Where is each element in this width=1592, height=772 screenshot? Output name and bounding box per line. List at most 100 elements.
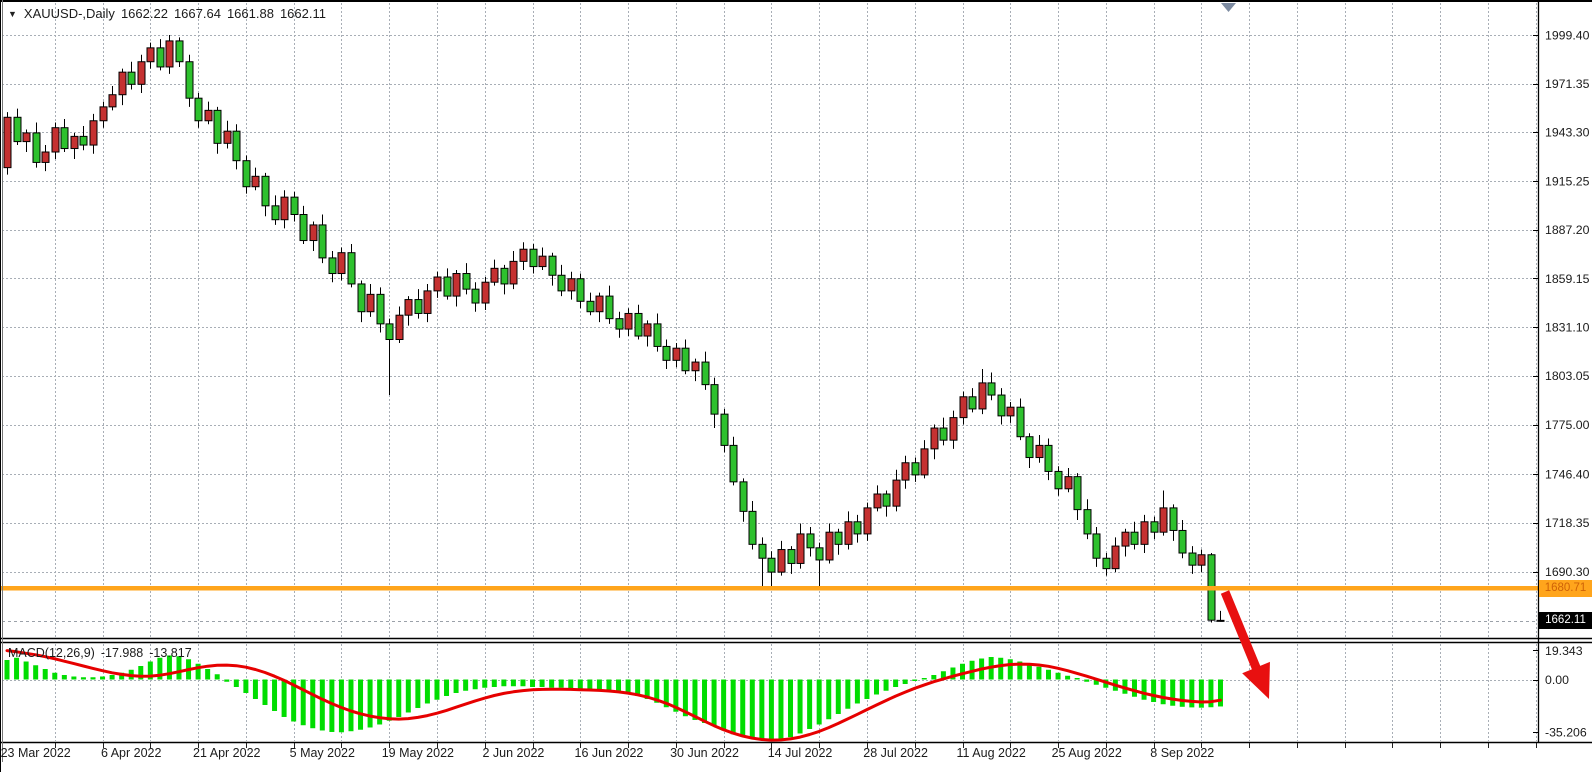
macd-tick-label: 0.00: [1545, 673, 1569, 687]
macd-histogram-bar: [90, 677, 95, 679]
candle-body: [233, 131, 240, 161]
candle-body: [759, 544, 766, 558]
price-tick-label: 1971.35: [1545, 77, 1590, 91]
candle-body: [558, 275, 565, 291]
candle-body: [950, 418, 957, 441]
candle-body: [921, 449, 928, 475]
candle-body: [874, 494, 881, 508]
macd-histogram-bar: [282, 680, 287, 717]
candle-body: [338, 253, 345, 274]
candle-body: [491, 268, 498, 282]
macd-histogram-bar: [769, 680, 774, 741]
macd-histogram-bar: [798, 680, 803, 734]
candle-body: [300, 215, 307, 241]
macd-histogram-bar: [387, 680, 392, 721]
macd-histogram-bar: [540, 680, 545, 687]
candle-body: [549, 256, 556, 275]
macd-histogram-bar: [43, 669, 48, 679]
candle-body: [1036, 445, 1043, 457]
candle-body: [998, 395, 1005, 416]
candle-body: [845, 522, 852, 545]
candle-body: [778, 550, 785, 573]
date-label: 2 Jun 2022: [482, 746, 544, 760]
macd-histogram-bar: [712, 680, 717, 726]
macd-histogram-bar: [215, 674, 220, 679]
date-label: 19 May 2022: [382, 746, 454, 760]
macd-histogram-bar: [606, 680, 611, 691]
macd-histogram-bar: [922, 678, 927, 680]
candle-body: [1112, 546, 1119, 569]
candle-body: [1065, 477, 1072, 489]
candle-body: [730, 445, 737, 481]
macd-histogram-bar: [454, 680, 459, 693]
macd-histogram-bar: [740, 680, 745, 737]
ohlc-high-value: 1667.64: [174, 6, 221, 21]
candle-body: [931, 428, 938, 449]
date-label: 16 Jun 2022: [575, 746, 644, 760]
chart-canvas[interactable]: 1999.401971.351943.301915.251887.201859.…: [0, 0, 1592, 772]
candle-body: [424, 291, 431, 314]
chart-dropdown-icon[interactable]: ▼: [8, 9, 17, 19]
candle-body: [673, 348, 680, 360]
candle-body: [80, 136, 87, 145]
macd-histogram-bar: [721, 680, 726, 731]
macd-histogram-bar: [1151, 680, 1156, 702]
candle-body: [176, 41, 183, 62]
macd-histogram-bar: [301, 680, 306, 726]
candle-body: [960, 397, 967, 418]
candle-body: [128, 72, 135, 84]
macd-histogram-bar: [759, 680, 764, 740]
hline-price-badge: 1680.71: [1539, 580, 1592, 597]
ohlc-open-value: 1662.22: [121, 6, 168, 21]
macd-histogram-bar: [836, 680, 841, 714]
price-tick-label: 1999.40: [1545, 28, 1590, 42]
candle-body: [539, 256, 546, 266]
macd-histogram-bar: [81, 677, 86, 679]
candle-body: [61, 128, 68, 149]
macd-histogram-bar: [492, 680, 497, 687]
macd-histogram-bar: [998, 658, 1003, 680]
date-label: 8 Sep 2022: [1150, 746, 1214, 760]
candle-body: [596, 296, 603, 312]
candle-body: [1217, 620, 1224, 621]
candle-body: [243, 161, 250, 187]
macd-histogram-bar: [559, 680, 564, 688]
candle-body: [138, 62, 145, 85]
macd-histogram-bar: [463, 680, 468, 691]
macd-histogram-bar: [396, 680, 401, 717]
candle-body: [510, 261, 517, 284]
candle-body: [186, 62, 193, 98]
macd-histogram-bar: [778, 680, 783, 740]
candle-body: [205, 110, 212, 120]
candle-body: [721, 414, 728, 445]
candle-body: [291, 197, 298, 214]
macd-histogram-bar: [501, 680, 506, 687]
price-tick-label: 1887.20: [1545, 223, 1590, 237]
macd-histogram-bar: [5, 660, 10, 679]
macd-histogram-bar: [100, 677, 105, 680]
candle-body: [940, 428, 947, 440]
macd-histogram-bar: [731, 680, 736, 735]
candle-body: [854, 522, 861, 534]
macd-histogram-bar: [1170, 680, 1175, 706]
macd-histogram-bar: [234, 680, 239, 687]
macd-histogram-bar: [1142, 680, 1147, 700]
macd-indicator-name: MACD(12,26,9): [8, 646, 95, 660]
macd-histogram-bar: [1218, 680, 1223, 707]
chart-title-bar: ▼XAUUSD-,Daily1662.221667.641661.881662.…: [8, 6, 326, 21]
candle-body: [90, 121, 97, 145]
price-tick-label: 1803.05: [1545, 369, 1590, 383]
macd-tick-label: 19.343: [1545, 644, 1583, 658]
candle-body: [1170, 508, 1177, 531]
candle-body: [807, 534, 814, 548]
candle-body: [864, 508, 871, 534]
macd-histogram-bar: [348, 680, 353, 732]
candle-body: [1084, 510, 1091, 534]
candle-body: [835, 532, 842, 544]
candle-body: [33, 133, 40, 163]
macd-histogram-bar: [243, 680, 248, 693]
macd-histogram-bar: [1180, 680, 1185, 707]
candle-body: [310, 225, 317, 241]
candle-body: [979, 383, 986, 409]
macd-histogram-bar: [931, 675, 936, 679]
